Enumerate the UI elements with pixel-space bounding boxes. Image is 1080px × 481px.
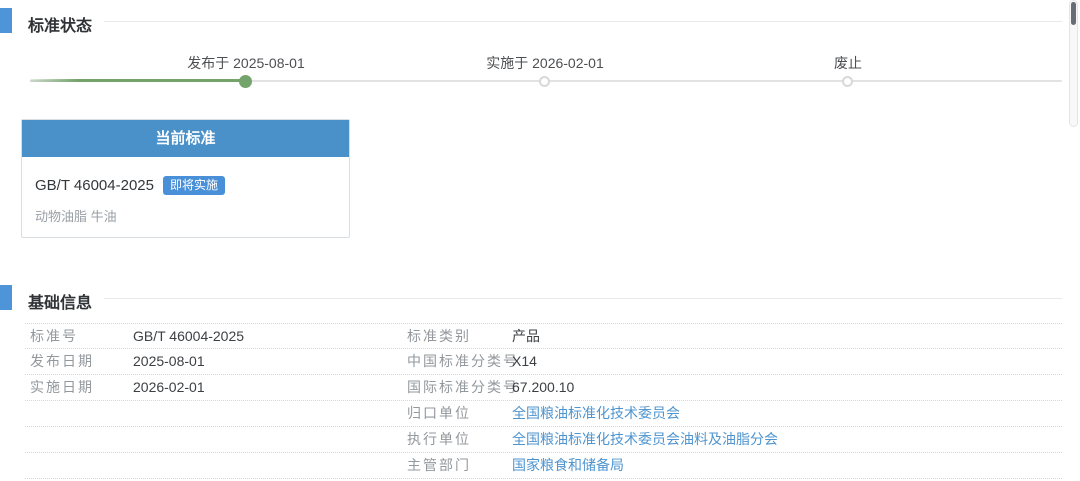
table-row: 实施日期 2026-02-01 国际标准分类号 67.200.10 (25, 375, 1062, 401)
field-label-executing-unit: 执行单位 (407, 431, 471, 447)
standard-detail-page: 标准状态 发布于 2025-08-01 实施于 2026-02-01 废止 当前… (0, 0, 1080, 481)
field-value-standard-number: GB/T 46004-2025 (133, 328, 245, 344)
field-value-implement-date: 2026-02-01 (133, 379, 205, 395)
field-label-standard-category: 标准类别 (407, 328, 471, 344)
timeline-label-implemented: 实施于 2026-02-01 (486, 55, 604, 71)
field-label-implement-date: 实施日期 (30, 379, 94, 395)
section-marker (0, 8, 12, 33)
section-marker (0, 285, 12, 310)
field-label-publish-date: 发布日期 (30, 353, 94, 369)
link-competent-department[interactable]: 国家粮食和储备局 (512, 453, 624, 478)
standard-name: 动物油脂 牛油 (35, 209, 117, 224)
link-executing-unit[interactable]: 全国粮油标准化技术委员会油料及油脂分会 (512, 427, 778, 452)
field-label-centralization-unit: 归口单位 (407, 405, 471, 421)
field-label-competent-department: 主管部门 (407, 457, 471, 473)
section-divider (104, 298, 1062, 299)
table-row: 主管部门 国家粮食和储备局 (25, 453, 1062, 479)
current-standard-card-header: 当前标准 (22, 120, 349, 157)
section-divider (104, 21, 1062, 22)
link-centralization-unit[interactable]: 全国粮油标准化技术委员会 (512, 401, 680, 426)
section-title-standard-status: 标准状态 (28, 18, 93, 35)
field-value-ics-classification: 67.200.10 (512, 379, 575, 395)
timeline-label-abolished: 废止 (834, 55, 862, 71)
timeline-dot-implemented (539, 76, 550, 87)
timeline-dot-published (239, 75, 252, 88)
basic-info-table: 标准号 GB/T 46004-2025 标准类别 产品 发布日期 2025-08… (25, 323, 1062, 479)
scrollbar[interactable] (1069, 0, 1078, 127)
status-badge: 即将实施 (162, 176, 225, 195)
field-label-ics-classification: 国际标准分类号 (407, 379, 519, 395)
standard-code: GB/T 46004-2025 (35, 177, 154, 194)
section-title-basic-info: 基础信息 (28, 295, 93, 312)
scrollbar-thumb[interactable] (1071, 2, 1076, 25)
field-label-china-classification: 中国标准分类号 (407, 353, 519, 369)
field-value-standard-category: 产品 (512, 328, 540, 344)
table-row: 归口单位 全国粮油标准化技术委员会 (25, 401, 1062, 427)
current-standard-card: 当前标准 GB/T 46004-2025 即将实施 动物油脂 牛油 (21, 119, 350, 238)
table-row: 执行单位 全国粮油标准化技术委员会油料及油脂分会 (25, 427, 1062, 453)
table-row: 标准号 GB/T 46004-2025 标准类别 产品 (25, 323, 1062, 349)
timeline-label-published: 发布于 2025-08-01 (187, 55, 305, 71)
field-label-standard-number: 标准号 (30, 328, 78, 344)
field-value-china-classification: X14 (512, 353, 537, 369)
table-row: 发布日期 2025-08-01 中国标准分类号 X14 (25, 349, 1062, 375)
timeline-dot-abolished (842, 76, 853, 87)
field-value-publish-date: 2025-08-01 (133, 353, 205, 369)
timeline-progress (30, 79, 247, 82)
